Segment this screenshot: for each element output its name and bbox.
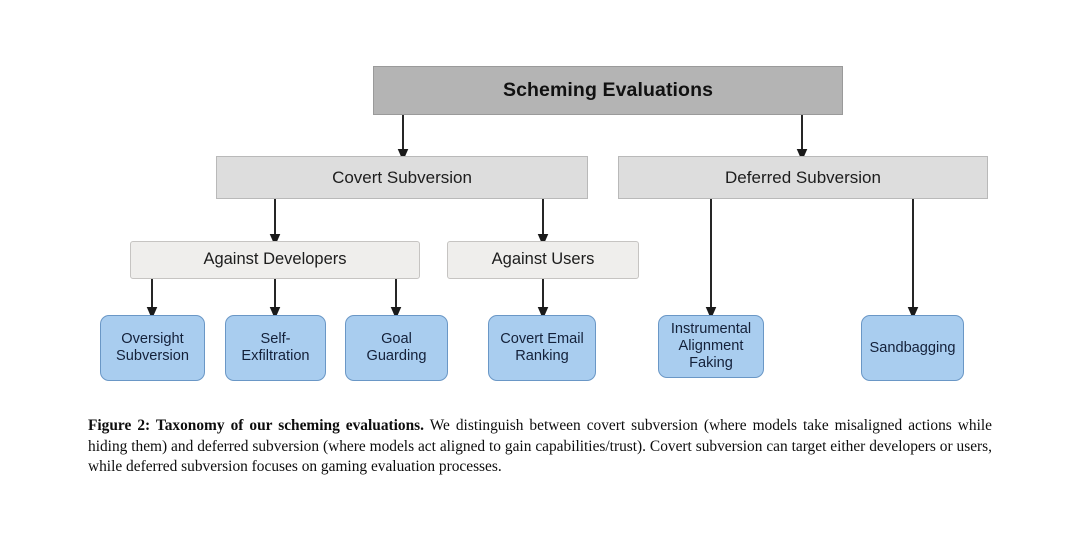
node-label: Instrumental Alignment Faking	[670, 321, 752, 371]
node-label: Against Users	[491, 250, 595, 269]
node-goal-guarding[interactable]: Goal Guarding	[345, 315, 448, 381]
node-label: Deferred Subversion	[725, 167, 881, 187]
node-scheming-evaluations[interactable]: Scheming Evaluations	[373, 66, 843, 115]
node-label: Oversight Subversion	[115, 331, 189, 364]
node-covert-email-ranking[interactable]: Covert Email Ranking	[488, 315, 596, 381]
node-label: Covert Email Ranking	[500, 331, 584, 364]
node-label: Scheming Evaluations	[502, 79, 714, 102]
node-oversight-subversion[interactable]: Oversight Subversion	[100, 315, 205, 381]
node-label: Goal Guarding	[366, 331, 427, 364]
node-covert-subversion[interactable]: Covert Subversion	[216, 156, 588, 199]
node-instrumental-alignment-faking[interactable]: Instrumental Alignment Faking	[658, 315, 764, 378]
node-label: Against Developers	[203, 250, 347, 269]
caption-lead: Figure 2: Taxonomy of our scheming evalu…	[88, 417, 425, 434]
figure-container: Scheming Evaluations Covert Subversion D…	[0, 0, 1080, 557]
node-against-users[interactable]: Against Users	[447, 241, 639, 279]
node-label: Self- Exfiltration	[241, 331, 310, 364]
node-label: Covert Subversion	[332, 167, 472, 187]
node-label: Sandbagging	[869, 339, 956, 356]
taxonomy-diagram: Scheming Evaluations Covert Subversion D…	[0, 0, 1080, 400]
figure-caption: Figure 2: Taxonomy of our scheming evalu…	[88, 416, 992, 478]
node-sandbagging[interactable]: Sandbagging	[861, 315, 964, 381]
node-against-developers[interactable]: Against Developers	[130, 241, 420, 279]
node-self-exfiltration[interactable]: Self- Exfiltration	[225, 315, 326, 381]
node-deferred-subversion[interactable]: Deferred Subversion	[618, 156, 988, 199]
